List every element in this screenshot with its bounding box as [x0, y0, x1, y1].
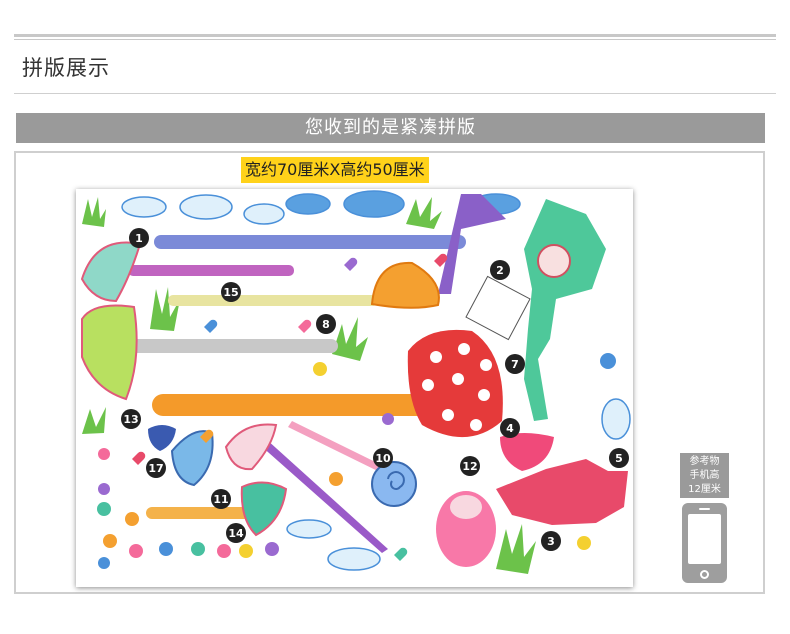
- svg-text:11: 11: [213, 493, 228, 506]
- svg-text:1: 1: [135, 232, 143, 245]
- mushroom-1: [80, 241, 142, 303]
- svg-text:10: 10: [375, 452, 391, 465]
- marker-3: 3: [541, 531, 561, 551]
- marker-7: 7: [505, 354, 525, 374]
- top-divider-thin: [14, 39, 776, 40]
- svg-text:17: 17: [148, 462, 163, 475]
- ice-lolly-12: [500, 433, 554, 471]
- top-divider: [14, 34, 776, 37]
- marker-2: 2: [490, 260, 510, 280]
- stem-15: [168, 295, 378, 306]
- phone-icon: [682, 503, 727, 583]
- mushroom-pink: [224, 423, 278, 471]
- stem-1: [154, 235, 466, 249]
- marker-17: 17: [146, 458, 166, 478]
- size-label: 宽约70厘米X高约50厘米: [241, 157, 429, 183]
- sticker-artwork: 1 2 3 4 5 7 8 10 11 12 13 14 15 17: [80, 190, 631, 574]
- marker-12: 12: [460, 456, 480, 476]
- marker-1: 1: [129, 228, 149, 248]
- sticker-sheet: 1 2 3 4 5 7 8 10 11 12 13 14 15 17: [76, 189, 633, 587]
- mushroom-14: [240, 481, 288, 537]
- sticker-preview: [465, 275, 531, 341]
- giraffe-green-face: [537, 244, 571, 278]
- svg-text:4: 4: [506, 422, 514, 435]
- svg-text:3: 3: [547, 535, 555, 548]
- svg-text:5: 5: [615, 452, 623, 465]
- marker-11: 11: [211, 489, 231, 509]
- mushroom-green: [81, 304, 138, 401]
- svg-text:14: 14: [228, 527, 244, 540]
- layout-banner: 您收到的是紧凑拼版: [16, 113, 765, 143]
- stem-8: [126, 339, 338, 353]
- giraffe-green: [524, 199, 606, 421]
- stem-2: [128, 265, 294, 276]
- svg-text:8: 8: [322, 318, 330, 331]
- section-divider: [14, 93, 776, 94]
- marker-13: 13: [121, 409, 141, 429]
- mushroom-orange: [370, 261, 440, 309]
- svg-text:7: 7: [511, 358, 519, 371]
- snail-10: [371, 461, 417, 507]
- size-reference: 参考物 手机高 12厘米: [680, 453, 729, 584]
- marker-14: 14: [226, 523, 246, 543]
- marker-15: 15: [221, 282, 241, 302]
- reference-label: 参考物 手机高 12厘米: [680, 453, 729, 498]
- mushroom-13: [148, 425, 176, 451]
- marker-5: 5: [609, 448, 629, 468]
- svg-text:15: 15: [223, 286, 238, 299]
- svg-text:2: 2: [496, 264, 504, 277]
- stem-7: [152, 394, 442, 416]
- svg-text:12: 12: [462, 460, 477, 473]
- giraffe-red: [496, 459, 628, 525]
- section-title: 拼版展示: [22, 56, 110, 80]
- marker-4: 4: [500, 418, 520, 438]
- marker-10: 10: [373, 448, 393, 468]
- svg-text:13: 13: [123, 413, 138, 426]
- marker-8: 8: [316, 314, 336, 334]
